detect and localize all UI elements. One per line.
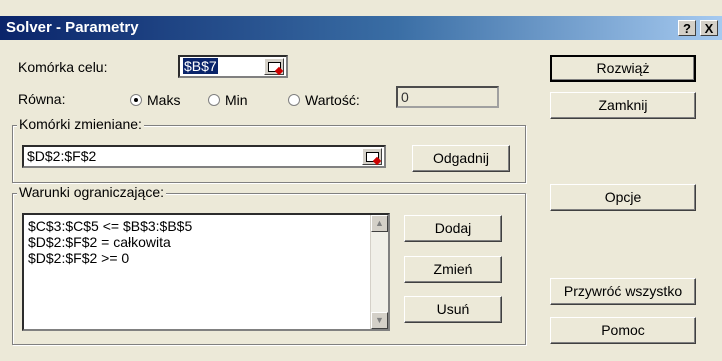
- add-constraint-button[interactable]: Dodaj: [404, 215, 502, 242]
- constraint-item[interactable]: $D$2:$F$2 = całkowita: [24, 234, 388, 250]
- solve-button[interactable]: Rozwiąż: [550, 55, 696, 82]
- close-icon[interactable]: X: [700, 20, 718, 36]
- radio-value-circle[interactable]: [288, 94, 300, 106]
- radio-min-label: Min: [225, 92, 248, 108]
- radio-min-circle[interactable]: [208, 94, 220, 106]
- scroll-up-arrow-icon[interactable]: ▲: [371, 215, 388, 232]
- constraint-item[interactable]: $C$3:$C$5 <= $B$3:$B$5: [24, 218, 388, 234]
- scroll-down-arrow-icon[interactable]: ▼: [371, 312, 388, 329]
- constraints-list[interactable]: $C$3:$C$5 <= $B$3:$B$5 $D$2:$F$2 = całko…: [22, 213, 390, 331]
- collapse-dialog-icon: [268, 62, 281, 72]
- options-button[interactable]: Opcje: [550, 184, 696, 211]
- window-title: Solver - Parametry: [6, 19, 139, 36]
- constraints-group-label: Warunki ograniczające:: [17, 184, 166, 200]
- help-button[interactable]: Pomoc: [550, 317, 696, 344]
- collapse-dialog-icon: [366, 152, 379, 162]
- changing-cells-ref-button[interactable]: [362, 148, 382, 165]
- target-cell-value: $B$7: [183, 58, 218, 74]
- radio-value-of[interactable]: Wartość:: [288, 92, 360, 108]
- radio-max-circle[interactable]: [130, 94, 142, 106]
- change-constraint-button[interactable]: Zmień: [404, 256, 502, 283]
- target-cell-ref-button[interactable]: [264, 58, 284, 75]
- changing-cells-input[interactable]: $D$2:$F$2: [22, 145, 386, 168]
- solver-dialog: Solver - Parametry ? X Komórka celu: $B$…: [0, 0, 722, 361]
- value-of-input[interactable]: 0: [396, 86, 499, 108]
- constraints-scrollbar[interactable]: ▲ ▼: [370, 215, 388, 329]
- radio-max[interactable]: Maks: [130, 92, 180, 108]
- delete-constraint-button[interactable]: Usuń: [404, 296, 502, 323]
- radio-value-label: Wartość:: [305, 92, 360, 108]
- close-button[interactable]: Zamknij: [550, 92, 696, 119]
- constraint-item[interactable]: $D$2:$F$2 >= 0: [24, 250, 388, 266]
- title-bar[interactable]: Solver - Parametry ? X: [0, 16, 722, 40]
- guess-button[interactable]: Odgadnij: [412, 145, 510, 172]
- reset-all-button[interactable]: Przywróć wszystko: [550, 278, 696, 305]
- radio-max-label: Maks: [147, 92, 181, 108]
- equal-to-label: Równa:: [18, 91, 66, 107]
- changing-cells-group-label: Komórki zmieniane:: [17, 116, 144, 132]
- target-cell-label: Komórka celu:: [18, 59, 108, 75]
- radio-min[interactable]: Min: [208, 92, 248, 108]
- help-icon[interactable]: ?: [678, 20, 696, 36]
